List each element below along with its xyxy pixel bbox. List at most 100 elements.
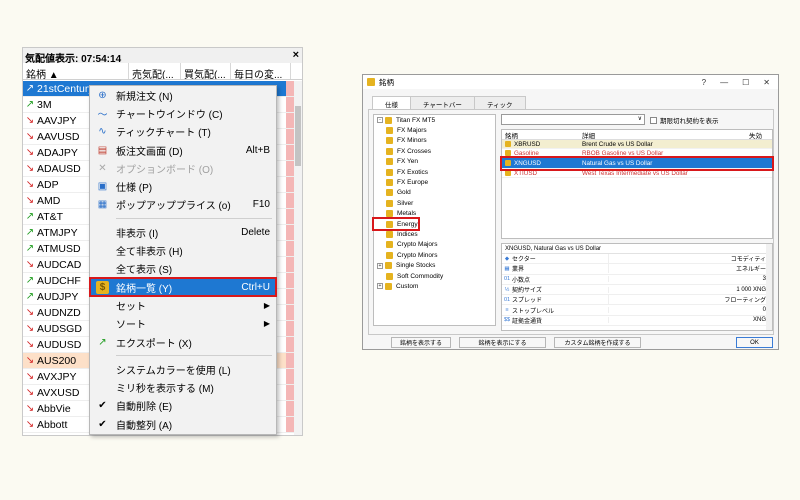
hide-symbol-button[interactable]: 銘柄を表示にする	[459, 337, 546, 348]
tab-chart-bars[interactable]: チャートバー	[410, 96, 475, 109]
show-symbol-button[interactable]: 銘柄を表示する	[391, 337, 451, 348]
tree-item[interactable]: - Titan FX MT5	[374, 115, 495, 125]
menu-item[interactable]: ✔ 自動整列 (A)	[90, 415, 276, 433]
tree-item[interactable]: Energy	[372, 216, 420, 232]
grid-row[interactable]: XBRUSD Brent Crude vs US Dollar	[502, 140, 772, 149]
tree-item[interactable]: Silver	[374, 198, 495, 208]
close-icon[interactable]: ×	[293, 49, 299, 61]
property-row: ◆ セクター コモディティ	[502, 254, 772, 265]
change-cell	[286, 417, 294, 432]
property-value: フローティング	[608, 295, 772, 305]
menu-item[interactable]: ▦ ポップアッププライス (o) F10	[90, 196, 276, 214]
menu-item[interactable]: ∿ ティックチャート (T)	[90, 123, 276, 141]
tree-item[interactable]: Gold	[374, 188, 495, 198]
check-icon: ✔	[98, 400, 107, 412]
minimize-icon[interactable]: —	[720, 78, 728, 87]
option-icon: ✕	[98, 162, 107, 174]
grid-col-symbol[interactable]: 銘柄	[502, 130, 579, 140]
tree-item-label: Indices	[397, 230, 418, 238]
grid-row[interactable]: Gasoline RBOB Gasoline vs US Dollar	[502, 149, 772, 158]
arrow-down-icon: ↘	[25, 115, 35, 126]
column-symbol[interactable]: 銘柄 ▲	[23, 63, 129, 79]
tree-item[interactable]: FX Europe	[374, 177, 495, 187]
grid-symbol: XTIUSD	[514, 169, 538, 177]
expand-icon[interactable]: +	[377, 262, 383, 269]
tree-item[interactable]: + Single Stocks	[374, 260, 495, 270]
market-watch-title-bar: 気配値表示: 07:54:14 ×	[23, 48, 302, 65]
grid-col-detail[interactable]: 詳細	[579, 130, 749, 140]
properties-scrollbar[interactable]	[766, 244, 772, 330]
grid-row[interactable]: XNGUSD Natural Gas vs US Dollar	[500, 156, 774, 171]
menu-shortcut: F10	[252, 199, 270, 211]
checkbox-box[interactable]	[650, 116, 657, 124]
menu-item-label: 銘柄一覧 (Y)	[116, 283, 173, 295]
tree-item[interactable]: Metals	[374, 209, 495, 219]
folder-icon	[386, 179, 393, 187]
menu-item[interactable]: ⊕ 新規注文 (N)	[90, 86, 276, 104]
chevron-down-icon[interactable]: ∨	[638, 115, 642, 122]
change-cell	[286, 209, 294, 224]
menu-item-label: エクスポート (X)	[116, 338, 192, 350]
tree-item[interactable]: FX Yen	[374, 157, 495, 167]
tree-item[interactable]: FX Exotics	[374, 167, 495, 177]
market-watch-scrollbar[interactable]	[294, 81, 302, 435]
property-value: エネルギー	[608, 264, 772, 274]
folder-icon	[385, 262, 392, 270]
close-icon[interactable]: ✕	[763, 78, 770, 87]
tree-item[interactable]: Crypto Majors	[374, 240, 495, 250]
expand-icon[interactable]: +	[377, 283, 383, 290]
column-ask[interactable]: 買気配(...	[181, 63, 231, 79]
menu-item: ✕ オプションボード (O)	[90, 159, 276, 177]
menu-item[interactable]: ミリ秒を表示する (M)	[90, 378, 276, 396]
menu-item[interactable]: 全て非表示 (H)	[90, 241, 276, 259]
menu-item-label: 自動整列 (A)	[116, 420, 173, 432]
menu-item[interactable]: セット ▶	[90, 296, 276, 314]
menu-item[interactable]: $ 銘柄一覧 (Y) Ctrl+U	[89, 276, 277, 298]
menu-item[interactable]: ソート ▶	[90, 315, 276, 333]
tree-item[interactable]: FX Majors	[374, 125, 495, 135]
show-expired-checkbox[interactable]: 期限切れ契約を表示	[650, 115, 719, 125]
create-custom-symbol-button[interactable]: カスタム銘柄を作成する	[554, 337, 641, 348]
scroll-thumb[interactable]	[295, 106, 301, 166]
symbol-tree: - Titan FX MT5 FX Majors FX Minors FX Crosse…	[372, 114, 496, 326]
column-bid[interactable]: 売気配(...	[129, 63, 181, 79]
tree-item-label: FX Minors	[397, 137, 427, 145]
change-cell	[286, 289, 294, 304]
menu-item[interactable]: 〜チャートウインドウ (C)	[90, 104, 276, 122]
arrow-up-icon: ↗	[25, 291, 35, 302]
grid-col-expiry[interactable]: 失効	[749, 130, 772, 140]
collapse-icon[interactable]: -	[377, 117, 383, 124]
property-icon: 01	[503, 276, 511, 283]
tree-item[interactable]: Crypto Minors	[374, 250, 495, 260]
folder-icon	[386, 210, 393, 218]
menu-item[interactable]: ✔ 自動削除 (E)	[90, 397, 276, 415]
menu-shortcut: Alt+B	[245, 144, 270, 156]
tree-item[interactable]: Soft Commodity	[374, 271, 495, 281]
symbols-dialog: 銘柄 ? — ☐ ✕ 仕様 チャートバー ティック - Titan FX MT5 F…	[362, 74, 779, 350]
symbol-search-input[interactable]: ∨	[501, 114, 645, 125]
folder-icon	[385, 116, 392, 124]
property-icon: $$	[503, 317, 511, 324]
menu-item[interactable]: システムカラーを使用 (L)	[90, 360, 276, 378]
menu-item[interactable]: ↗ エクスポート (X)	[90, 333, 276, 351]
tab-ticks[interactable]: ティック	[473, 96, 526, 109]
menu-item[interactable]: 非表示 (I) Delete	[90, 223, 276, 241]
ok-button[interactable]: OK	[736, 337, 773, 348]
property-icon: ▦	[504, 265, 510, 272]
tree-item[interactable]: Indices	[374, 229, 495, 239]
menu-item[interactable]: ▤ 板注文画面 (D) Alt+B	[90, 141, 276, 159]
check-icon: ✔	[98, 418, 107, 430]
menu-item[interactable]: ▣ 仕様 (P)	[90, 177, 276, 195]
menu-item[interactable]: 全て表示 (S)	[90, 260, 276, 278]
column-daily-change[interactable]: 毎日の変...	[231, 63, 291, 79]
tree-item[interactable]: FX Crosses	[374, 146, 495, 156]
folder-icon	[386, 137, 393, 145]
help-icon[interactable]: ?	[702, 78, 706, 87]
tree-item[interactable]: FX Minors	[374, 136, 495, 146]
grid-row[interactable]: XTIUSD West Texas Intermediate vs US Doll…	[502, 169, 772, 178]
arrow-down-icon: ↘	[25, 403, 35, 414]
context-menu: ⊕ 新規注文 (N) 〜チャートウインドウ (C) ∿ ティックチャート (T) ▤ 板注文…	[89, 85, 277, 435]
tree-item[interactable]: + Custom	[374, 281, 495, 291]
maximize-icon[interactable]: ☐	[742, 78, 749, 87]
tab-spec[interactable]: 仕様	[372, 96, 411, 109]
